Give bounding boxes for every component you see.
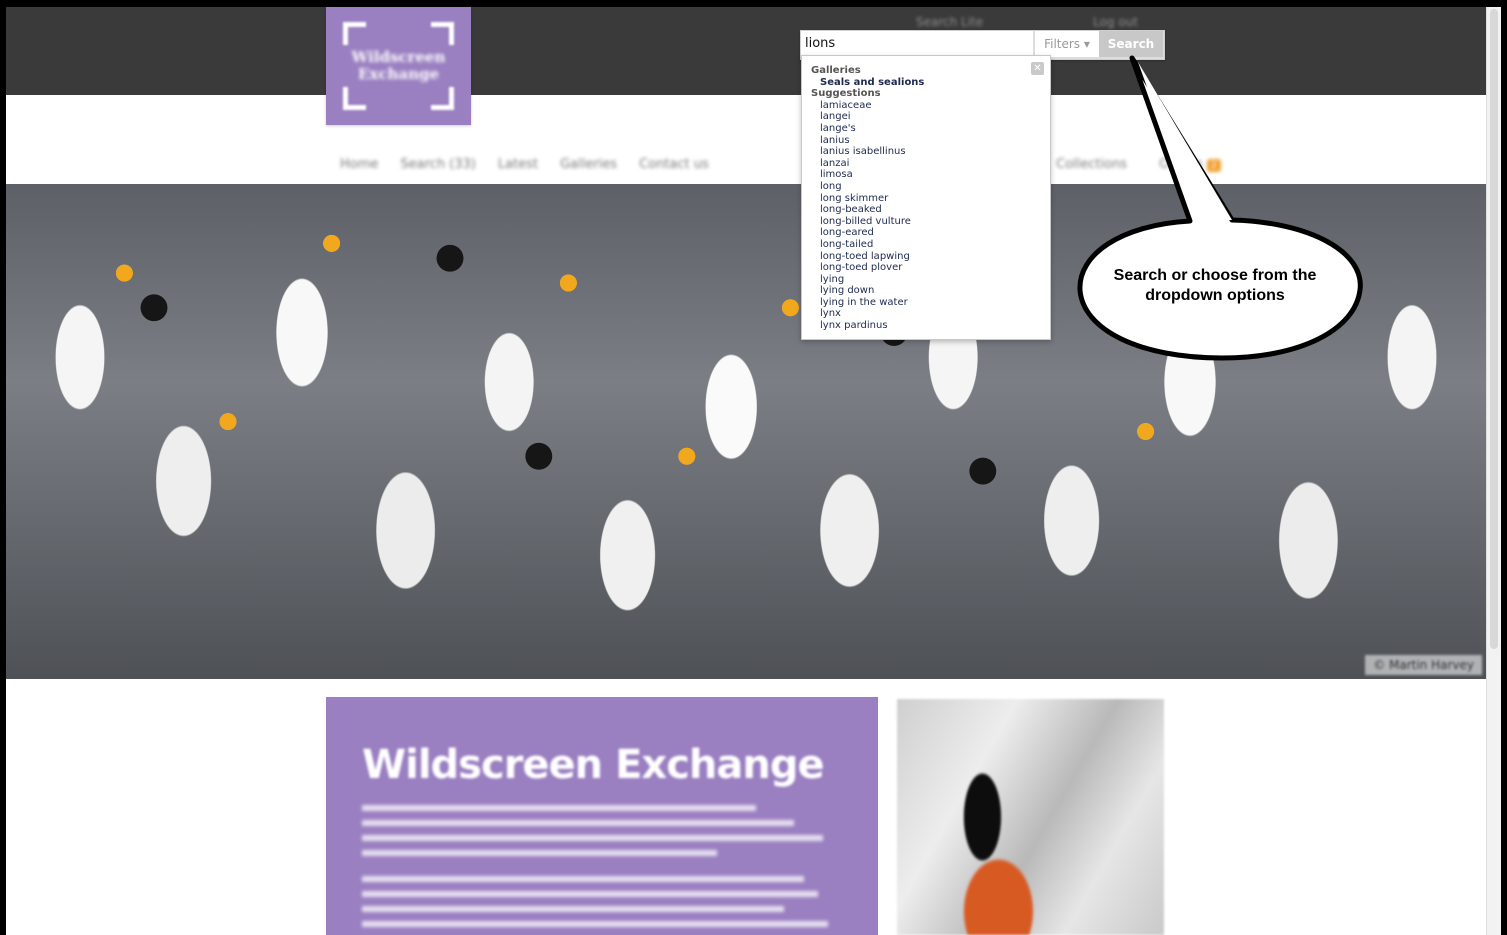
callout-bubble xyxy=(1077,55,1363,361)
callout-text: Search or choose from the dropdown optio… xyxy=(1113,267,1317,304)
